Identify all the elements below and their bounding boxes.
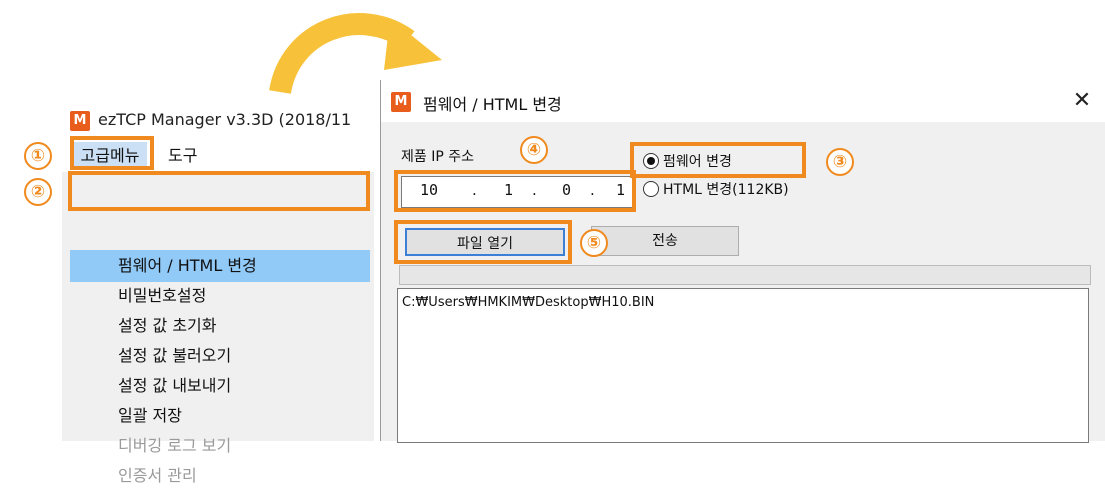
advanced-menu-dropdown: 펌웨어 / HTML 변경 비밀번호설정 설정 값 초기화 설정 값 불러오기 … — [62, 172, 374, 485]
highlight-ip-input — [394, 170, 636, 212]
dialog-title-bar: M 펌웨어 / HTML 변경 ✕ — [381, 80, 1105, 122]
file-path-text: C:₩Users₩HMKIM₩Desktop₩H10.BIN — [402, 295, 655, 310]
send-button[interactable]: 전송 — [591, 226, 739, 256]
step-marker-5: ⑤ — [580, 229, 608, 257]
highlight-open-file-button — [394, 220, 572, 264]
highlight-firmware-menu-item — [68, 171, 370, 211]
menu-item-firmware-html[interactable]: 펌웨어 / HTML 변경 — [118, 251, 257, 281]
app-icon: M — [70, 111, 90, 131]
menu-item-export-settings[interactable]: 설정 값 내보내기 — [118, 371, 231, 401]
progress-bar — [399, 265, 1091, 285]
menu-item-debug-log: 디버깅 로그 보기 — [118, 436, 232, 455]
file-path-box: C:₩Users₩HMKIM₩Desktop₩H10.BIN — [397, 288, 1089, 443]
window-title: ezTCP Manager v3.3D (2018/11 — [98, 110, 352, 129]
close-icon[interactable]: ✕ — [1067, 86, 1097, 116]
highlight-firmware-radio — [630, 142, 806, 178]
radio-unselected-icon — [643, 181, 659, 197]
menu-item-password[interactable]: 비밀번호설정 — [118, 281, 206, 311]
app-icon: M — [391, 92, 411, 112]
dialog-title: 펌웨어 / HTML 변경 — [423, 95, 562, 114]
step-marker-1: ① — [24, 142, 52, 170]
menu-tools[interactable]: 도구 — [168, 142, 197, 170]
menu-item-reset-settings[interactable]: 설정 값 초기화 — [118, 311, 217, 341]
highlight-advanced-menu — [70, 136, 154, 170]
menu-item-load-settings[interactable]: 설정 값 불러오기 — [118, 341, 231, 371]
menu-item-batch-save[interactable]: 일괄 저장 — [118, 401, 182, 431]
step-marker-3: ③ — [826, 148, 854, 176]
menu-item-certificate: 인증서 관리 — [118, 466, 197, 485]
step-marker-2: ② — [24, 178, 52, 206]
ip-address-label: 제품 IP 주소 — [401, 149, 474, 165]
step-marker-4: ④ — [520, 136, 548, 164]
radio-html-label: HTML 변경(112KB) — [663, 182, 789, 198]
title-bar: M ezTCP Manager v3.3D (2018/11 — [62, 98, 374, 138]
